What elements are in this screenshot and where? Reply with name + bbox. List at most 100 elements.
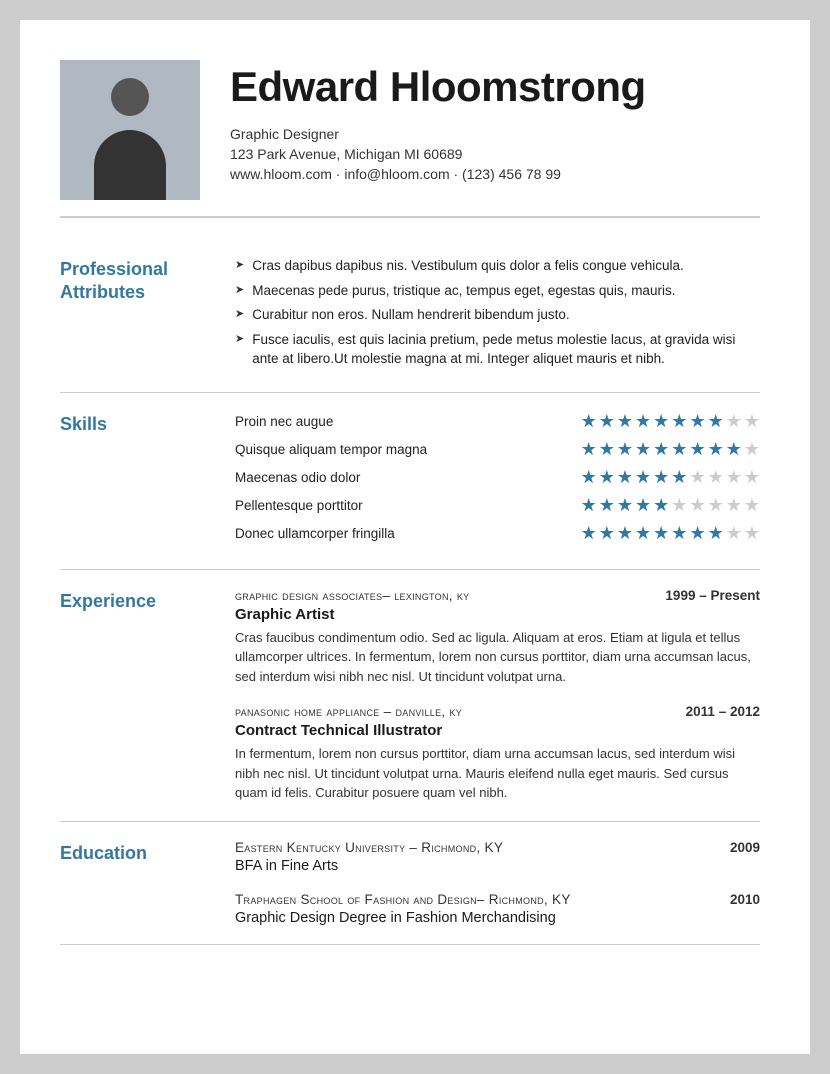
experience-section: Experience Graphic Design Associates– Le… bbox=[60, 570, 760, 822]
exp-company: Panasonic Home Appliance – Danville, KY bbox=[235, 704, 462, 719]
star-filled: ★ bbox=[581, 411, 597, 432]
star-empty: ★ bbox=[726, 523, 742, 544]
star-filled: ★ bbox=[581, 523, 597, 544]
candidate-address: 123 Park Avenue, Michigan MI 60689 bbox=[230, 146, 760, 162]
star-filled: ★ bbox=[671, 439, 687, 460]
attributes-list: Cras dapibus dapibus nis. Vestibulum qui… bbox=[235, 256, 760, 369]
skills-content: Proin nec augue★★★★★★★★★★Quisque aliquam… bbox=[235, 411, 760, 551]
exp-date: 1999 – Present bbox=[665, 588, 760, 603]
star-filled: ★ bbox=[617, 495, 633, 516]
star-filled: ★ bbox=[581, 467, 597, 488]
skill-stars: ★★★★★★★★★★ bbox=[581, 523, 760, 544]
edu-school: Traphagen School of Fashion and Design– … bbox=[235, 892, 571, 907]
skill-name: Maecenas odio dolor bbox=[235, 470, 581, 485]
star-empty: ★ bbox=[726, 467, 742, 488]
attribute-item: Maecenas pede purus, tristique ac, tempu… bbox=[235, 281, 760, 301]
star-empty: ★ bbox=[744, 411, 760, 432]
star-filled: ★ bbox=[671, 411, 687, 432]
skill-row: Quisque aliquam tempor magna★★★★★★★★★★ bbox=[235, 439, 760, 460]
star-filled: ★ bbox=[635, 467, 651, 488]
star-empty: ★ bbox=[726, 411, 742, 432]
skill-name: Proin nec augue bbox=[235, 414, 581, 429]
star-filled: ★ bbox=[708, 411, 724, 432]
star-filled: ★ bbox=[617, 523, 633, 544]
resume-page: Edward Hloomstrong Graphic Designer 123 … bbox=[20, 20, 810, 1054]
star-filled: ★ bbox=[635, 411, 651, 432]
star-empty: ★ bbox=[744, 467, 760, 488]
star-empty: ★ bbox=[744, 523, 760, 544]
skill-stars: ★★★★★★★★★★ bbox=[581, 467, 760, 488]
exp-title: Graphic Artist bbox=[235, 606, 760, 623]
avatar-head bbox=[111, 78, 149, 116]
star-filled: ★ bbox=[581, 495, 597, 516]
star-empty: ★ bbox=[689, 495, 705, 516]
edu-degree: BFA in Fine Arts bbox=[235, 858, 760, 874]
education-entry: Traphagen School of Fashion and Design– … bbox=[235, 892, 760, 926]
exp-header: Panasonic Home Appliance – Danville, KY 2… bbox=[235, 704, 760, 719]
star-filled: ★ bbox=[599, 523, 615, 544]
experience-entry: Panasonic Home Appliance – Danville, KY 2… bbox=[235, 704, 760, 803]
star-empty: ★ bbox=[744, 439, 760, 460]
star-filled: ★ bbox=[617, 439, 633, 460]
star-empty: ★ bbox=[726, 495, 742, 516]
experience-content: Graphic Design Associates– Lexington, KY… bbox=[235, 588, 760, 803]
skill-name: Quisque aliquam tempor magna bbox=[235, 442, 581, 457]
star-empty: ★ bbox=[744, 495, 760, 516]
star-filled: ★ bbox=[653, 523, 669, 544]
attribute-item: Cras dapibus dapibus nis. Vestibulum qui… bbox=[235, 256, 760, 276]
skill-name: Pellentesque porttitor bbox=[235, 498, 581, 513]
education-label: Education bbox=[60, 840, 235, 926]
edu-header: Eastern Kentucky University – Richmond, … bbox=[235, 840, 760, 855]
star-filled: ★ bbox=[617, 411, 633, 432]
avatar-body bbox=[94, 130, 166, 200]
skill-row: Pellentesque porttitor★★★★★★★★★★ bbox=[235, 495, 760, 516]
edu-year: 2010 bbox=[730, 892, 760, 907]
skill-name: Donec ullamcorper fringilla bbox=[235, 526, 581, 541]
star-empty: ★ bbox=[689, 467, 705, 488]
edu-header: Traphagen School of Fashion and Design– … bbox=[235, 892, 760, 907]
education-content: Eastern Kentucky University – Richmond, … bbox=[235, 840, 760, 926]
skill-row: Maecenas odio dolor★★★★★★★★★★ bbox=[235, 467, 760, 488]
star-filled: ★ bbox=[635, 523, 651, 544]
professional-label: ProfessionalAttributes bbox=[60, 256, 235, 374]
star-filled: ★ bbox=[653, 467, 669, 488]
candidate-name: Edward Hloomstrong bbox=[230, 64, 760, 110]
header-info: Edward Hloomstrong Graphic Designer 123 … bbox=[230, 60, 760, 182]
edu-year: 2009 bbox=[730, 840, 760, 855]
star-filled: ★ bbox=[581, 439, 597, 460]
candidate-contact: www.hloom.com · info@hloom.com · (123) 4… bbox=[230, 166, 760, 182]
exp-date: 2011 – 2012 bbox=[686, 704, 760, 719]
exp-desc: Cras faucibus condimentum odio. Sed ac l… bbox=[235, 628, 760, 687]
star-filled: ★ bbox=[599, 467, 615, 488]
skill-stars: ★★★★★★★★★★ bbox=[581, 411, 760, 432]
skill-row: Donec ullamcorper fringilla★★★★★★★★★★ bbox=[235, 523, 760, 544]
education-section: Education Eastern Kentucky University – … bbox=[60, 822, 760, 945]
skills-section: Skills Proin nec augue★★★★★★★★★★Quisque … bbox=[60, 393, 760, 570]
star-filled: ★ bbox=[708, 439, 724, 460]
exp-desc: In fermentum, lorem non cursus porttitor… bbox=[235, 744, 760, 803]
professional-section: ProfessionalAttributes Cras dapibus dapi… bbox=[60, 238, 760, 393]
star-filled: ★ bbox=[599, 411, 615, 432]
star-empty: ★ bbox=[708, 495, 724, 516]
star-filled: ★ bbox=[599, 439, 615, 460]
star-filled: ★ bbox=[653, 411, 669, 432]
skills-label: Skills bbox=[60, 411, 235, 551]
exp-title: Contract Technical Illustrator bbox=[235, 722, 760, 739]
star-filled: ★ bbox=[689, 411, 705, 432]
star-filled: ★ bbox=[671, 467, 687, 488]
education-entry: Eastern Kentucky University – Richmond, … bbox=[235, 840, 760, 874]
star-filled: ★ bbox=[726, 439, 742, 460]
exp-company: Graphic Design Associates– Lexington, KY bbox=[235, 588, 469, 603]
star-filled: ★ bbox=[689, 523, 705, 544]
attribute-item: Fusce iaculis, est quis lacinia pretium,… bbox=[235, 330, 760, 369]
star-filled: ★ bbox=[635, 495, 651, 516]
star-filled: ★ bbox=[653, 439, 669, 460]
edu-degree: Graphic Design Degree in Fashion Merchan… bbox=[235, 910, 760, 926]
experience-label: Experience bbox=[60, 588, 235, 803]
skill-stars: ★★★★★★★★★★ bbox=[581, 439, 760, 460]
avatar bbox=[60, 60, 200, 200]
star-filled: ★ bbox=[671, 523, 687, 544]
skill-stars: ★★★★★★★★★★ bbox=[581, 495, 760, 516]
attribute-item: Curabitur non eros. Nullam hendrerit bib… bbox=[235, 305, 760, 325]
star-filled: ★ bbox=[599, 495, 615, 516]
